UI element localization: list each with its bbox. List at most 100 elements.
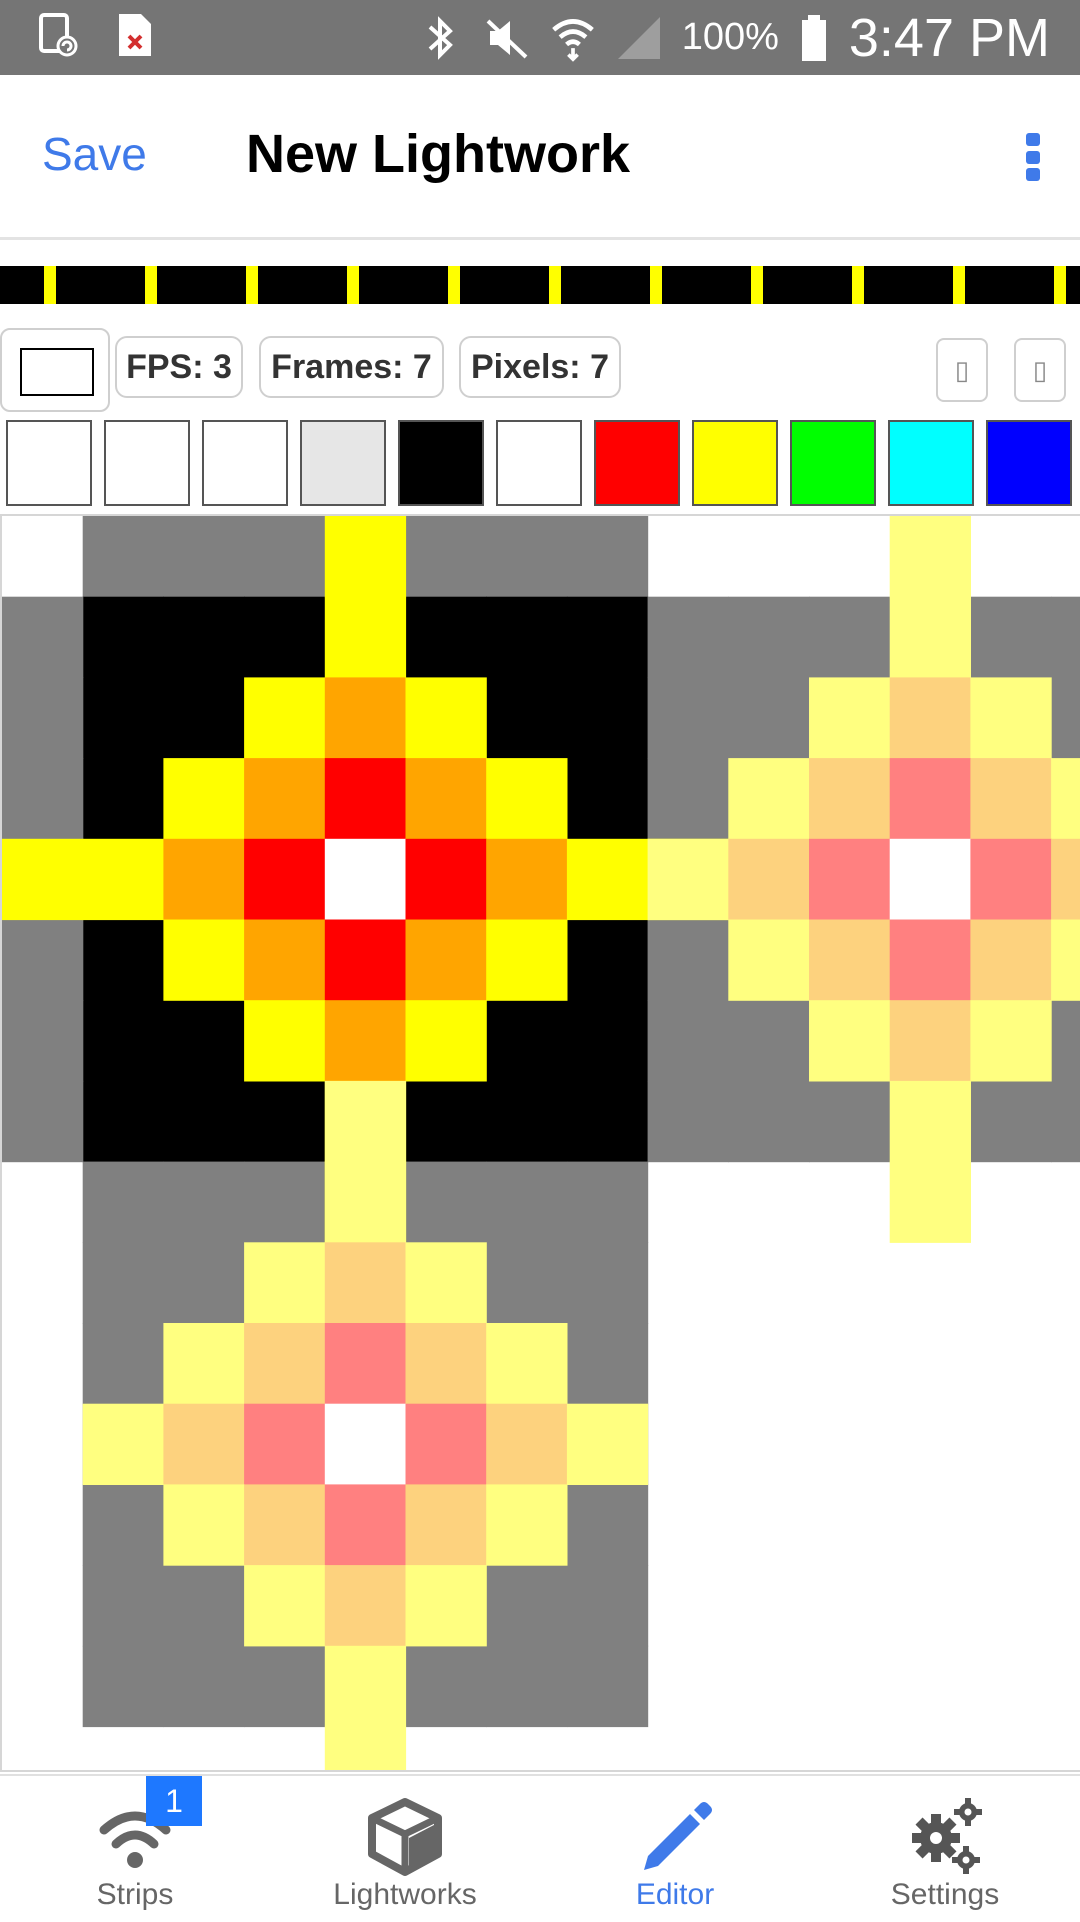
frame-bg-cell[interactable] bbox=[647, 1080, 729, 1163]
led-pixel[interactable] bbox=[405, 1565, 487, 1647]
frame-bg-cell[interactable] bbox=[82, 1323, 164, 1405]
frame-bg-cell[interactable] bbox=[163, 1565, 245, 1647]
led-pixel[interactable] bbox=[324, 1565, 407, 1647]
led-pixel[interactable] bbox=[486, 758, 568, 840]
palette-swatch[interactable] bbox=[594, 420, 680, 506]
led-pixel[interactable] bbox=[244, 1000, 326, 1082]
palette-swatch[interactable] bbox=[692, 420, 778, 506]
led-pixel[interactable] bbox=[728, 919, 810, 1001]
frame-bg-cell[interactable] bbox=[486, 1565, 568, 1647]
frame-timeline[interactable] bbox=[0, 266, 1080, 304]
led-pixel[interactable] bbox=[889, 677, 971, 759]
frame-bg-cell[interactable] bbox=[486, 1080, 568, 1163]
frame-bg-cell[interactable] bbox=[244, 1080, 326, 1163]
led-pixel[interactable] bbox=[809, 758, 891, 840]
led-pixel[interactable] bbox=[486, 838, 568, 921]
led-pixel[interactable] bbox=[82, 838, 164, 921]
led-pixel[interactable] bbox=[486, 1403, 568, 1485]
frame-bg-cell[interactable] bbox=[486, 1161, 568, 1243]
current-color-button[interactable] bbox=[0, 328, 110, 412]
led-pixel[interactable] bbox=[405, 1484, 487, 1566]
led-pixel[interactable] bbox=[244, 1242, 326, 1324]
nav-settings[interactable]: Settings bbox=[810, 1776, 1080, 1922]
frame-bg-cell[interactable] bbox=[163, 1242, 245, 1324]
led-pixel[interactable] bbox=[244, 758, 326, 840]
palette-swatch[interactable] bbox=[104, 420, 190, 506]
frame-bg-cell[interactable] bbox=[970, 1080, 1052, 1163]
frame-bg-cell[interactable] bbox=[244, 1645, 326, 1728]
led-pixel[interactable] bbox=[889, 596, 971, 678]
led-pixel[interactable] bbox=[1051, 758, 1080, 840]
palette-swatch[interactable] bbox=[496, 420, 582, 506]
led-pixel[interactable] bbox=[1051, 838, 1080, 921]
led-pixel[interactable] bbox=[405, 838, 487, 921]
led-pixel[interactable] bbox=[82, 1403, 164, 1485]
frame-bg-cell[interactable] bbox=[2, 758, 84, 840]
frame-bg-cell[interactable] bbox=[809, 1080, 891, 1163]
led-pixel[interactable] bbox=[405, 1242, 487, 1324]
pixel-canvas[interactable] bbox=[0, 514, 1080, 1772]
frame-bg-cell[interactable] bbox=[2, 919, 84, 1001]
frame-bg-cell[interactable] bbox=[82, 758, 164, 840]
frame-marker[interactable] bbox=[751, 266, 763, 304]
nav-strips[interactable]: 1 Strips bbox=[0, 1776, 270, 1922]
frame-bg-cell[interactable] bbox=[566, 1645, 649, 1728]
led-pixel[interactable] bbox=[728, 758, 810, 840]
frame-bg-cell[interactable] bbox=[82, 1565, 164, 1647]
led-pixel[interactable] bbox=[163, 919, 245, 1001]
frame-bg-cell[interactable] bbox=[566, 516, 649, 598]
frame-bg-cell[interactable] bbox=[405, 1080, 487, 1163]
pixel-grid[interactable] bbox=[2, 516, 1080, 1772]
frame-bg-cell[interactable] bbox=[1051, 1000, 1080, 1082]
led-pixel[interactable] bbox=[324, 1080, 407, 1163]
led-pixel[interactable] bbox=[809, 677, 891, 759]
led-pixel[interactable] bbox=[889, 1000, 971, 1082]
frame-bg-cell[interactable] bbox=[82, 1242, 164, 1324]
more-vert-icon[interactable] bbox=[1026, 133, 1040, 181]
led-pixel[interactable] bbox=[486, 919, 568, 1001]
frame-bg-cell[interactable] bbox=[486, 677, 568, 759]
frame-bg-cell[interactable] bbox=[647, 758, 729, 840]
led-pixel[interactable] bbox=[566, 1403, 649, 1485]
led-pixel[interactable] bbox=[889, 1080, 971, 1163]
led-pixel[interactable] bbox=[889, 838, 971, 921]
led-pixel[interactable] bbox=[405, 758, 487, 840]
frame-bg-cell[interactable] bbox=[647, 677, 729, 759]
frame-bg-cell[interactable] bbox=[1051, 677, 1080, 759]
led-pixel[interactable] bbox=[2, 838, 84, 921]
led-pixel[interactable] bbox=[324, 1242, 407, 1324]
frame-bg-cell[interactable] bbox=[405, 596, 487, 678]
led-pixel[interactable] bbox=[244, 838, 326, 921]
frame-bg-cell[interactable] bbox=[2, 596, 84, 678]
frame-bg-cell[interactable] bbox=[82, 1080, 164, 1163]
led-pixel[interactable] bbox=[728, 838, 810, 921]
save-button[interactable]: Save bbox=[42, 127, 147, 181]
led-pixel[interactable] bbox=[324, 596, 407, 678]
missing-glyph-icon[interactable]: ▯ bbox=[936, 338, 988, 402]
frame-bg-cell[interactable] bbox=[82, 596, 164, 678]
frame-bg-cell[interactable] bbox=[486, 1242, 568, 1324]
led-pixel[interactable] bbox=[324, 1000, 407, 1082]
frame-bg-cell[interactable] bbox=[163, 516, 245, 598]
frame-bg-cell[interactable] bbox=[566, 1080, 649, 1163]
frame-bg-cell[interactable] bbox=[566, 919, 649, 1001]
frame-bg-cell[interactable] bbox=[163, 1000, 245, 1082]
led-pixel[interactable] bbox=[405, 1323, 487, 1405]
led-pixel[interactable] bbox=[244, 1565, 326, 1647]
led-pixel[interactable] bbox=[244, 919, 326, 1001]
frame-bg-cell[interactable] bbox=[566, 1000, 649, 1082]
frame-bg-cell[interactable] bbox=[405, 1161, 487, 1243]
frame-bg-cell[interactable] bbox=[2, 1080, 84, 1163]
led-pixel[interactable] bbox=[163, 758, 245, 840]
led-pixel[interactable] bbox=[405, 1000, 487, 1082]
led-pixel[interactable] bbox=[405, 677, 487, 759]
led-pixel[interactable] bbox=[244, 1403, 326, 1485]
frame-bg-cell[interactable] bbox=[566, 1161, 649, 1243]
led-pixel[interactable] bbox=[324, 919, 407, 1001]
led-pixel[interactable] bbox=[809, 1000, 891, 1082]
frame-bg-cell[interactable] bbox=[728, 677, 810, 759]
palette-swatch[interactable] bbox=[888, 420, 974, 506]
fps-chip[interactable]: FPS: 3 bbox=[115, 336, 243, 398]
led-pixel[interactable] bbox=[970, 919, 1052, 1001]
led-pixel[interactable] bbox=[889, 919, 971, 1001]
